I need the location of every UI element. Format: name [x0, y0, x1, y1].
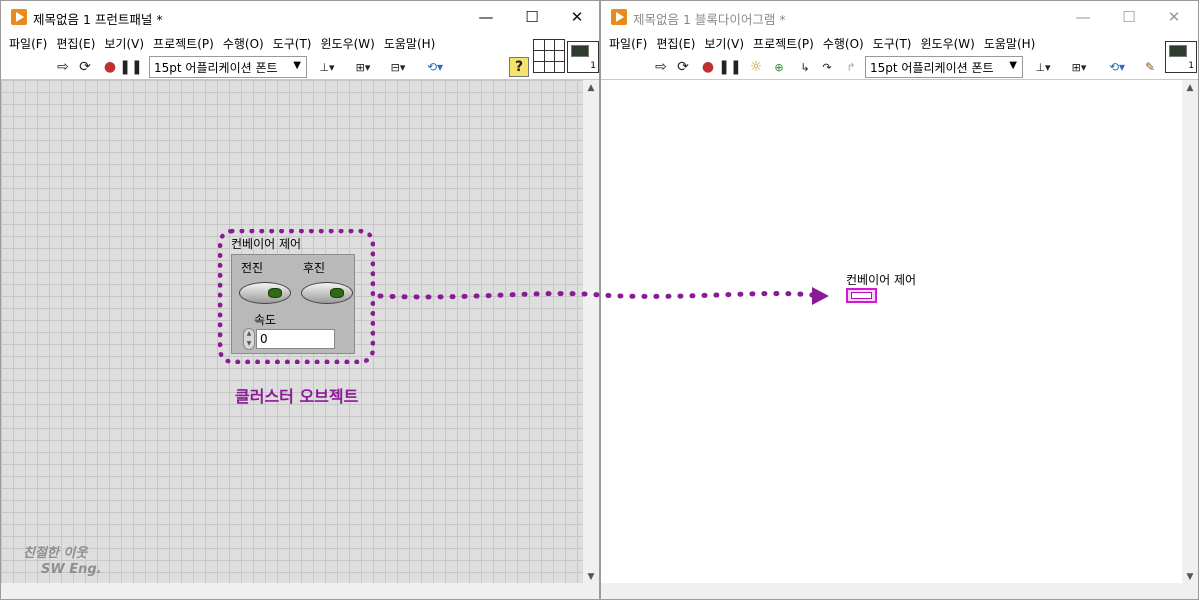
align-objects-icon[interactable]: ⊥▾ — [313, 57, 341, 77]
close-button[interactable]: ✕ — [554, 1, 599, 33]
block-diagram-title: 제목없음 1 블록다이어그램 * — [633, 12, 786, 27]
front-panel-vertical-scrollbar[interactable]: ▲ ▼ — [583, 80, 599, 585]
menu-help[interactable]: 도움말(H) — [380, 33, 441, 53]
font-selector[interactable]: 15pt 어플리케이션 폰트 ▼ — [865, 56, 1023, 78]
close-button[interactable]: ✕ — [1151, 1, 1197, 33]
distribute-objects-icon[interactable]: ⊞▾ — [1065, 57, 1093, 77]
menu-operate[interactable]: 수행(O) — [819, 33, 869, 53]
menu-project[interactable]: 프로젝트(P) — [749, 33, 819, 53]
menu-window[interactable]: 윈도우(W) — [916, 33, 979, 53]
block-diagram-titlebar: 제목없음 1 블록다이어그램 * — ☐ ✕ — [601, 1, 1198, 33]
distribute-objects-icon[interactable]: ⊞▾ — [349, 57, 377, 77]
minimize-button[interactable]: — — [463, 1, 509, 33]
highlight-dotted-outline — [218, 229, 375, 364]
font-selector[interactable]: 15pt 어플리케이션 폰트 ▼ — [149, 56, 307, 78]
retain-wire-values-icon[interactable]: ⊕ — [769, 57, 789, 77]
front-panel-titlebar: 제목없음 1 프런트패널 * — ☐ ✕ — [1, 1, 599, 33]
run-arrow-icon[interactable]: ⇨ — [653, 57, 669, 77]
align-objects-icon[interactable]: ⊥▾ — [1029, 57, 1057, 77]
run-arrow-icon[interactable]: ⇨ — [55, 57, 71, 77]
cluster-terminal-label: 컨베이어 제어 — [846, 273, 917, 287]
menu-edit[interactable]: 편집(E) — [52, 33, 100, 53]
reorder-icon[interactable]: ⟲▾ — [421, 57, 449, 77]
watermark-line1: 친절한 이웃 — [23, 546, 88, 561]
minimize-button[interactable]: — — [1060, 1, 1106, 33]
block-diagram-menubar: 파일(F) 편집(E) 보기(V) 프로젝트(P) 수행(O) 도구(T) 윈도… — [601, 33, 1040, 53]
menu-project[interactable]: 프로젝트(P) — [149, 33, 219, 53]
menu-operate[interactable]: 수행(O) — [219, 33, 269, 53]
block-diagram-vertical-scrollbar[interactable]: ▲ ▼ — [1182, 80, 1198, 585]
menu-view[interactable]: 보기(V) — [100, 33, 149, 53]
pause-icon[interactable]: ❚❚ — [119, 57, 142, 77]
run-continuously-icon[interactable]: ⟳ — [76, 57, 94, 77]
highlight-execution-icon[interactable]: ☼ — [747, 57, 765, 77]
run-continuously-icon[interactable]: ⟳ — [674, 57, 692, 77]
front-panel-horizontal-scrollbar[interactable] — [1, 583, 599, 599]
menu-tools[interactable]: 도구(T) — [869, 33, 917, 53]
block-diagram-horizontal-scrollbar[interactable] — [601, 583, 1198, 599]
menu-view[interactable]: 보기(V) — [700, 33, 749, 53]
menu-file[interactable]: 파일(F) — [5, 33, 52, 53]
front-panel-window: 제목없음 1 프런트패널 * — ☐ ✕ 파일(F) 편집(E) 보기(V) 프… — [0, 0, 600, 600]
maximize-button[interactable]: ☐ — [509, 1, 555, 33]
step-into-icon[interactable]: ↳ — [795, 57, 815, 77]
scroll-up-icon[interactable]: ▲ — [583, 80, 599, 96]
front-panel-title: 제목없음 1 프런트패널 * — [33, 12, 163, 27]
menu-window[interactable]: 윈도우(W) — [316, 33, 379, 53]
abort-icon[interactable]: ● — [699, 57, 717, 77]
help-icon[interactable]: ? — [509, 57, 529, 77]
maximize-button[interactable]: ☐ — [1106, 1, 1152, 33]
clean-up-diagram-icon[interactable]: ✎ — [1139, 57, 1161, 77]
block-diagram-toolbar: ⇨ ⟳ ● ❚❚ ☼ ⊕ ↳ ↷ ↱ 15pt 어플리케이션 폰트 ▼ ⊥▾ ⊞▾… — [601, 55, 1198, 79]
block-diagram-window: 제목없음 1 블록다이어그램 * — ☐ ✕ 파일(F) 편집(E) 보기(V)… — [600, 0, 1199, 600]
menu-help[interactable]: 도움말(H) — [980, 33, 1041, 53]
menu-edit[interactable]: 편집(E) — [652, 33, 700, 53]
labview-app-icon — [11, 9, 27, 25]
reorder-icon[interactable]: ⟲▾ — [1103, 57, 1131, 77]
front-panel-toolbar: ⇨ ⟳ ● ❚❚ 15pt 어플리케이션 폰트 ▼ ⊥▾ ⊞▾ ⊟▾ ⟲▾ ? — [1, 55, 599, 79]
resize-objects-icon[interactable]: ⊟▾ — [384, 57, 412, 77]
watermark: 친절한 이웃 SW Eng. — [23, 546, 102, 578]
menu-file[interactable]: 파일(F) — [605, 33, 652, 53]
menu-tools[interactable]: 도구(T) — [269, 33, 317, 53]
pause-icon[interactable]: ❚❚ — [718, 57, 741, 77]
front-panel-menubar: 파일(F) 편집(E) 보기(V) 프로젝트(P) 수행(O) 도구(T) 윈도… — [1, 33, 440, 53]
block-diagram-canvas[interactable] — [601, 80, 1183, 585]
scroll-up-icon[interactable]: ▲ — [1182, 80, 1198, 96]
abort-icon[interactable]: ● — [101, 57, 119, 77]
cluster-object-caption: 클러스터 오브젝트 — [235, 387, 359, 406]
step-out-icon[interactable]: ↱ — [841, 57, 861, 77]
step-over-icon[interactable]: ↷ — [817, 57, 837, 77]
watermark-line2: SW Eng. — [41, 562, 102, 577]
cluster-terminal[interactable] — [846, 288, 877, 303]
labview-app-icon — [611, 9, 627, 25]
